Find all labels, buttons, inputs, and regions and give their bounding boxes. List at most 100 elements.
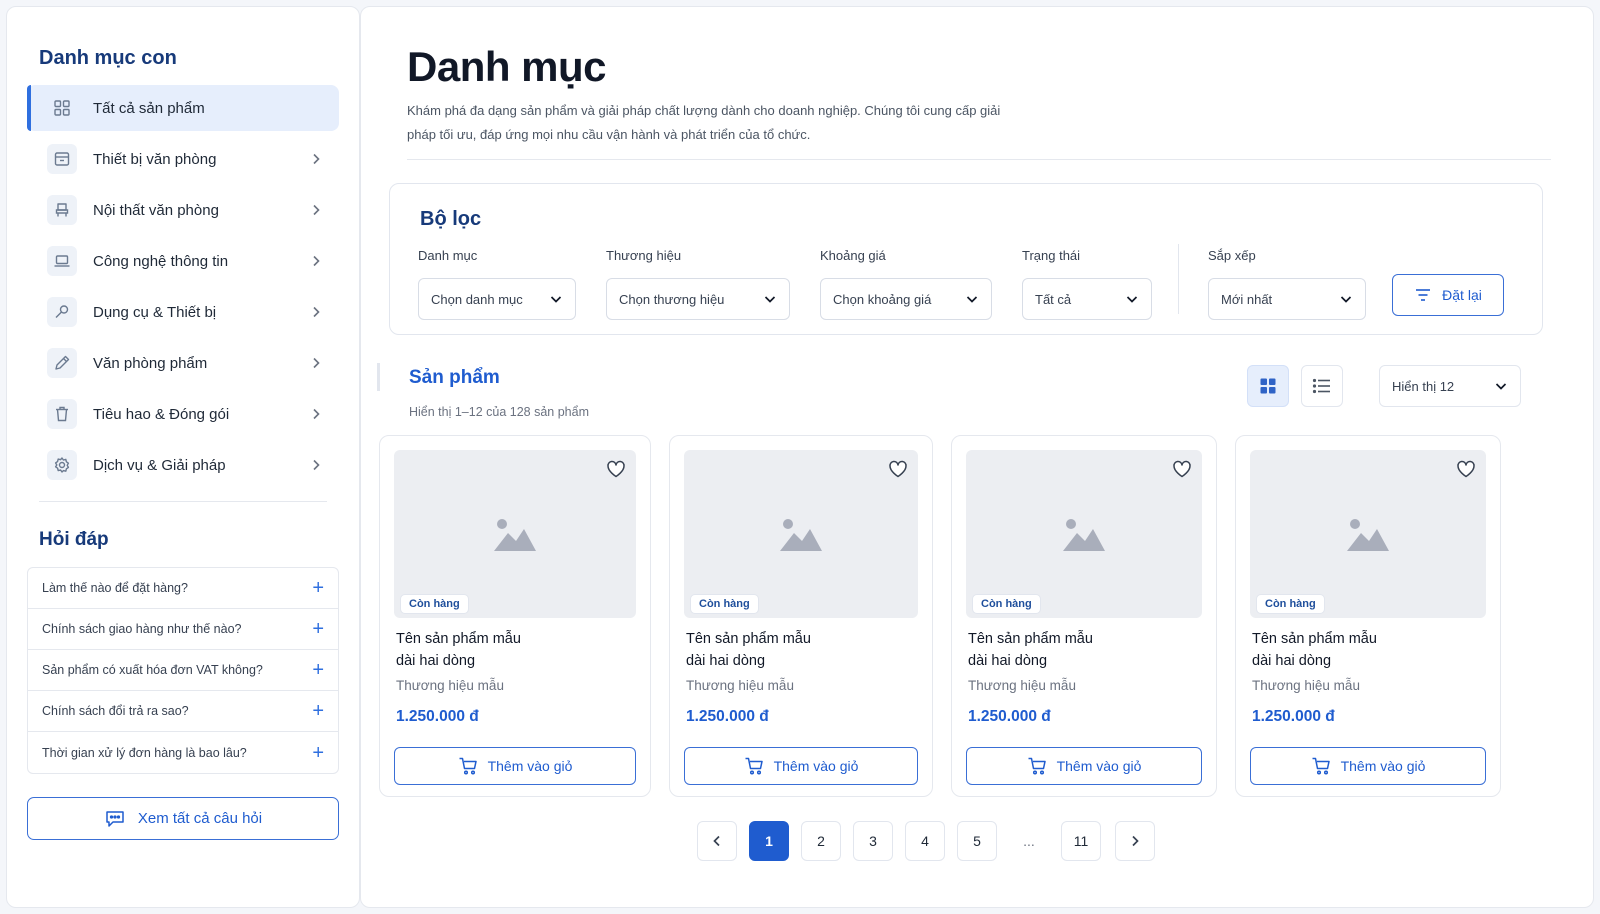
next-page-button[interactable] — [1115, 821, 1155, 861]
prev-page-button[interactable] — [697, 821, 737, 861]
product-name: Tên sản phẩm mẫu dài hai dòng — [686, 628, 886, 672]
chevron-right-icon — [309, 356, 323, 370]
faq-item[interactable]: Sản phẩm có xuất hóa đơn VAT không? + — [28, 650, 338, 691]
reset-filters-button[interactable]: Đặt lại — [1392, 274, 1504, 316]
filter-status-label: Trạng thái — [1022, 248, 1081, 263]
product-brand: Thương hiệu mẫu — [1252, 678, 1360, 693]
filter-sort-label: Sắp xếp — [1208, 248, 1256, 263]
stock-badge: Còn hàng — [690, 594, 759, 614]
product-name-line: dài hai dòng — [1252, 653, 1332, 669]
product-card[interactable]: Còn hàng Tên sản phẩm mẫu dài hai dòng T… — [951, 435, 1217, 797]
product-card[interactable]: Còn hàng Tên sản phẩm mẫu dài hai dòng T… — [379, 435, 651, 797]
product-brand: Thương hiệu mẫu — [396, 678, 504, 693]
category-select[interactable]: Chọn danh mục — [418, 278, 576, 320]
page-button-1[interactable]: 1 — [749, 821, 789, 861]
price-select[interactable]: Chọn khoảng giá — [820, 278, 992, 320]
faq-question: Làm thế nào để đặt hàng? — [42, 581, 188, 595]
wrench-icon — [47, 297, 77, 327]
status-select[interactable]: Tất cả — [1022, 278, 1152, 320]
chevron-right-icon — [309, 203, 323, 217]
list-icon — [1312, 377, 1332, 395]
heart-icon[interactable] — [1172, 460, 1192, 478]
heart-icon[interactable] — [606, 460, 626, 478]
sidebar-item-consumables[interactable]: Tiêu hao & Đóng gói — [27, 391, 339, 437]
sidebar-item-label: Dụng cụ & Thiết bị — [93, 303, 217, 321]
sidebar-item-label: Tiêu hao & Đóng gói — [93, 405, 230, 423]
add-to-cart-button[interactable]: Thêm vào giỏ — [684, 747, 918, 785]
product-name-line: dài hai dòng — [396, 653, 476, 669]
chevron-down-icon — [965, 292, 979, 306]
sidebar-item-services[interactable]: Dịch vụ & Giải pháp — [27, 442, 339, 488]
heart-icon[interactable] — [888, 460, 908, 478]
add-to-cart-label: Thêm vào giỏ — [773, 758, 859, 774]
heart-icon[interactable] — [1456, 460, 1476, 478]
filter-status: Trạng thái Tất cả — [1022, 248, 1152, 320]
image-placeholder-icon — [492, 515, 538, 553]
cart-icon — [458, 757, 478, 775]
page-button-3[interactable]: 3 — [853, 821, 893, 861]
grid-view-button[interactable] — [1247, 365, 1289, 407]
sidebar-item-all-products[interactable]: Tất cả sản phẩm — [27, 85, 339, 131]
page-description: Khám phá đa dạng sản phẩm và giải pháp c… — [407, 103, 1001, 142]
page-button-2[interactable]: 2 — [801, 821, 841, 861]
sort-select[interactable]: Mới nhất — [1208, 278, 1366, 320]
list-view-button[interactable] — [1301, 365, 1343, 407]
sidebar-item-it[interactable]: Công nghệ thông tin — [27, 238, 339, 284]
chevron-right-icon — [309, 458, 323, 472]
view-all-questions-label: Xem tất cả câu hỏi — [137, 810, 263, 827]
sidebar-divider — [39, 501, 327, 502]
page-size-select[interactable]: Hiển thị 12 — [1379, 365, 1521, 407]
page-button-11[interactable]: 11 — [1061, 821, 1101, 861]
add-to-cart-label: Thêm vào giỏ — [1056, 758, 1142, 774]
filter-price-label: Khoảng giá — [820, 248, 886, 263]
filter-sort: Sắp xếp Mới nhất — [1208, 248, 1366, 320]
cart-icon — [1311, 757, 1331, 775]
product-name-line: dài hai dòng — [968, 653, 1048, 669]
product-price: 1.250.000 đ — [686, 708, 769, 725]
product-card[interactable]: Còn hàng Tên sản phẩm mẫu dài hai dòng T… — [1235, 435, 1501, 797]
faq-question: Chính sách giao hàng như thế nào? — [42, 622, 242, 636]
add-to-cart-button[interactable]: Thêm vào giỏ — [394, 747, 636, 785]
filter-category: Danh mục Chọn danh mục — [418, 248, 576, 320]
add-to-cart-label: Thêm vào giỏ — [1340, 758, 1426, 774]
chevron-left-icon — [710, 834, 724, 848]
sidebar-item-tools[interactable]: Dụng cụ & Thiết bị — [27, 289, 339, 335]
sidebar-item-label: Nội thất văn phòng — [93, 201, 219, 219]
grid-icon — [47, 93, 77, 123]
sidebar-item-office-furniture[interactable]: Nội thất văn phòng — [27, 187, 339, 233]
product-brand: Thương hiệu mẫu — [686, 678, 794, 693]
chevron-right-icon — [1128, 834, 1142, 848]
view-all-questions-button[interactable]: Xem tất cả câu hỏi — [27, 797, 339, 840]
gear-icon — [47, 450, 77, 480]
page-button-4[interactable]: 4 — [905, 821, 945, 861]
faq-item[interactable]: Thời gian xử lý đơn hàng là bao lâu? + — [28, 732, 338, 773]
sidebar: Danh mục con Tất cả sản phẩm Thiết bị vă… — [6, 6, 360, 908]
category-select-value: Chọn danh mục — [431, 291, 523, 307]
sidebar-item-stationery[interactable]: Văn phòng phẩm — [27, 340, 339, 386]
price-select-value: Chọn khoảng giá — [833, 291, 932, 307]
faq-item[interactable]: Chính sách giao hàng như thế nào? + — [28, 609, 338, 650]
chevron-down-icon — [763, 292, 777, 306]
faq-item[interactable]: Làm thế nào để đặt hàng? + — [28, 568, 338, 609]
faq-title: Hỏi đáp — [39, 529, 109, 550]
trash-icon — [47, 399, 77, 429]
product-card[interactable]: Còn hàng Tên sản phẩm mẫu dài hai dòng T… — [669, 435, 933, 797]
faq-item[interactable]: Chính sách đổi trả ra sao? + — [28, 691, 338, 732]
product-name: Tên sản phẩm mẫu dài hai dòng — [968, 628, 1168, 672]
sidebar-item-label: Thiết bị văn phòng — [93, 150, 217, 168]
product-name-line: Tên sản phẩm mẫu — [1252, 631, 1377, 647]
page-button-5[interactable]: 5 — [957, 821, 997, 861]
add-to-cart-button[interactable]: Thêm vào giỏ — [1250, 747, 1486, 785]
add-to-cart-button[interactable]: Thêm vào giỏ — [966, 747, 1202, 785]
product-image: Còn hàng — [394, 450, 636, 618]
main-content: Danh mục Khám phá đa dạng sản phẩm và gi… — [360, 6, 1594, 908]
category-list: Tất cả sản phẩm Thiết bị văn phòng Nội t… — [27, 85, 339, 493]
product-image: Còn hàng — [684, 450, 918, 618]
product-name: Tên sản phẩm mẫu dài hai dòng — [1252, 628, 1452, 672]
sidebar-item-office-equipment[interactable]: Thiết bị văn phòng — [27, 136, 339, 182]
product-name: Tên sản phẩm mẫu dài hai dòng — [396, 628, 596, 672]
cart-icon — [1027, 757, 1047, 775]
product-price: 1.250.000 đ — [1252, 708, 1335, 725]
brand-select[interactable]: Chọn thương hiệu — [606, 278, 790, 320]
chevron-right-icon — [309, 305, 323, 319]
